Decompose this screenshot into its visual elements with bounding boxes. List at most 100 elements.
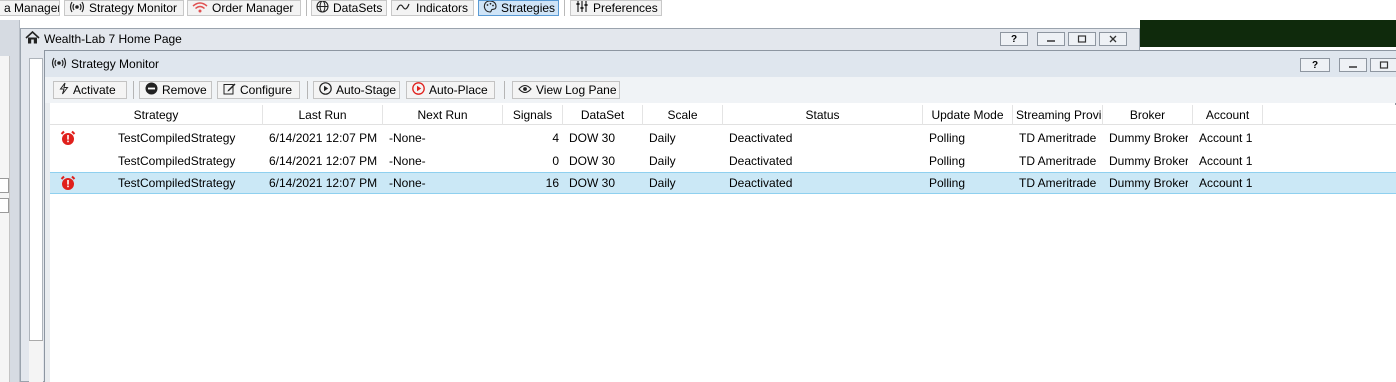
close-button[interactable] [1099,32,1127,46]
home-window-controls: ? [1000,32,1127,46]
home-page-content [29,58,43,382]
cell-account: Account 1 [1199,176,1253,190]
strategy-monitor-titlebar: Strategy Monitor [45,51,1396,77]
play-circle-icon [319,82,332,98]
column-header-broker[interactable]: Broker [1103,105,1193,125]
lightning-icon [59,82,69,98]
view-log-pane-label: View Log Pane [536,83,617,97]
cell-last-run: 6/14/2021 12:07 PM [269,131,378,145]
cell-strategy: TestCompiledStrategy [118,131,236,145]
dark-background-area [1140,20,1396,47]
left-panel-content [0,56,10,382]
cell-streaming-provider: TD Ameritrade [1019,131,1097,145]
cell-strategy: TestCompiledStrategy [118,154,236,168]
table-row-selected[interactable]: TestCompiledStrategy 6/14/2021 12:07 PM … [50,172,1396,194]
wave-icon [396,1,412,15]
strategies-button[interactable]: Strategies [478,0,559,16]
cell-account: Account 1 [1199,131,1253,145]
cell-dataset: DOW 30 [569,154,616,168]
cell-broker: Dummy Broker [1109,176,1188,190]
maximize-button[interactable] [1370,58,1396,72]
configure-label: Configure [240,83,293,97]
toolbar-separator [307,81,308,99]
edit-icon [223,82,236,98]
activate-button[interactable]: Activate [53,81,127,99]
cell-status: Deactivated [729,176,793,190]
column-header-update-mode[interactable]: Update Mode [923,105,1013,125]
strategies-label: Strategies [501,1,556,15]
view-log-pane-button[interactable]: View Log Pane [512,81,620,99]
data-manager-label: a Manager [4,1,60,15]
left-input-field[interactable] [0,178,9,193]
activate-label: Activate [73,83,116,97]
configure-button[interactable]: Configure [217,81,300,99]
toolbar-separator [306,0,307,16]
cell-dataset: DOW 30 [569,176,616,190]
cell-dataset: DOW 30 [569,131,616,145]
home-window-titlebar: Wealth-Lab 7 Home Page [25,29,182,49]
strategy-monitor-button[interactable]: Strategy Monitor [64,0,184,16]
left-input-field[interactable] [0,198,9,213]
cell-signals: 16 [545,176,559,190]
home-page-lower-panel [29,340,43,382]
alarm-clock-icon [60,130,76,146]
play-circle-red-icon [412,82,425,98]
order-manager-label: Order Manager [212,1,294,15]
cell-broker: Dummy Broker [1109,131,1188,145]
strategy-monitor-window-controls: ? [1300,58,1396,72]
strategy-monitor-window: Strategy Monitor ? Activate Remove Confi… [44,50,1396,382]
globe-icon [316,1,329,15]
column-header-strategy[interactable]: Strategy [50,105,263,125]
minimize-button[interactable] [1339,58,1367,72]
data-manager-button[interactable]: a Manager [0,0,60,16]
indicators-label: Indicators [416,1,469,15]
cell-streaming-provider: TD Ameritrade [1019,176,1097,190]
column-header-scale[interactable]: Scale [643,105,723,125]
home-icon [25,30,40,47]
auto-place-button[interactable]: Auto-Place [406,81,495,99]
cell-scale: Daily [649,154,676,168]
cell-next-run: -None- [389,154,426,168]
grid-header: Strategy Last Run Next Run Signals DataS… [50,105,1396,125]
maximize-button[interactable] [1068,32,1096,46]
palette-icon [483,1,497,15]
minimize-button[interactable] [1037,32,1065,46]
preferences-label: Preferences [593,1,658,15]
column-header-dataset[interactable]: DataSet [563,105,643,125]
table-row[interactable]: TestCompiledStrategy 6/14/2021 12:07 PM … [50,150,1396,172]
column-header-streaming-provider[interactable]: Streaming Provi [1013,105,1103,125]
sliders-icon [575,1,589,15]
remove-button[interactable]: Remove [139,81,212,99]
cell-last-run: 6/14/2021 12:07 PM [269,176,378,190]
help-button[interactable]: ? [1000,32,1028,46]
eye-icon [518,83,532,97]
remove-label: Remove [162,83,207,97]
indicators-button[interactable]: Indicators [391,0,474,16]
cell-streaming-provider: TD Ameritrade [1019,154,1097,168]
cell-status: Deactivated [729,131,793,145]
column-header-signals[interactable]: Signals [503,105,563,125]
column-header-last-run[interactable]: Last Run [263,105,383,125]
toolbar-separator [504,81,505,99]
order-manager-button[interactable]: Order Manager [187,0,301,16]
cell-update-mode: Polling [929,176,966,190]
alarm-clock-icon [60,175,76,191]
column-header-next-run[interactable]: Next Run [383,105,503,125]
cell-update-mode: Polling [929,131,966,145]
column-header-account[interactable]: Account [1193,105,1263,125]
auto-stage-label: Auto-Stage [336,83,397,97]
cell-account: Account 1 [1199,154,1253,168]
cell-update-mode: Polling [929,154,966,168]
auto-stage-button[interactable]: Auto-Stage [313,81,400,99]
main-toolbar: a Manager Strategy Monitor Order Manager… [0,0,1396,20]
column-header-status[interactable]: Status [723,105,923,125]
preferences-button[interactable]: Preferences [570,0,662,16]
toolbar-separator [564,0,565,16]
strategy-monitor-toolbar: Activate Remove Configure Auto-Stage Aut… [45,77,1396,103]
auto-place-label: Auto-Place [429,83,488,97]
strategy-monitor-title: Strategy Monitor [71,57,160,71]
table-row[interactable]: TestCompiledStrategy 6/14/2021 12:07 PM … [50,127,1396,149]
cell-scale: Daily [649,131,676,145]
datasets-button[interactable]: DataSets [311,0,387,16]
help-button[interactable]: ? [1300,58,1330,72]
